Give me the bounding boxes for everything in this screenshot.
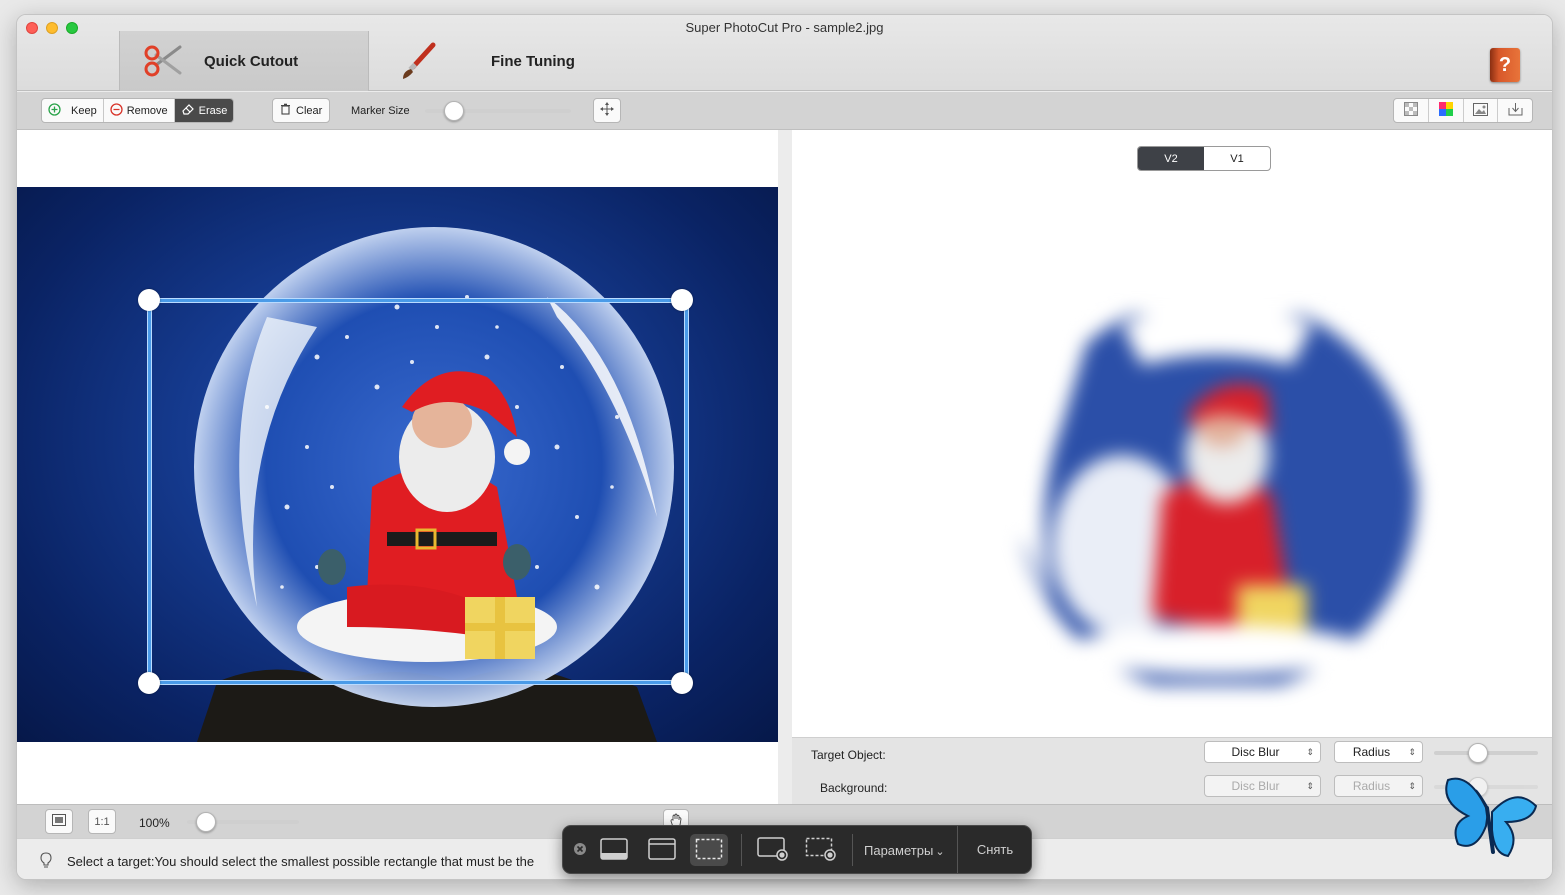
selection-handle-top-right[interactable] <box>671 289 693 311</box>
background-param-select: Radius ⇕ <box>1334 775 1423 797</box>
version-v2-button[interactable]: V2 <box>1138 147 1204 170</box>
capture-separator <box>852 834 853 866</box>
erase-label: Erase <box>198 104 228 117</box>
version-v1-button[interactable]: V1 <box>1204 147 1270 170</box>
record-screen-icon <box>757 836 789 864</box>
tab-fine-tuning[interactable]: Fine Tuning <box>389 31 639 91</box>
erase-button[interactable]: Erase <box>174 99 234 122</box>
color-palette-icon <box>1438 102 1453 119</box>
image-icon <box>1472 102 1488 119</box>
selection-rectangle[interactable] <box>148 299 688 684</box>
butterfly-mascot <box>1440 772 1540 864</box>
updown-chevron-icon: ⇕ <box>1408 780 1416 791</box>
keep-button[interactable]: Keep <box>42 99 104 122</box>
target-amount-slider[interactable] <box>1434 743 1538 763</box>
blur-settings-panel: Target Object: Background: Disc Blur ⇕ R… <box>792 737 1552 804</box>
background-blur-type-select: Disc Blur ⇕ <box>1204 775 1321 797</box>
transparent-bg-button[interactable] <box>1394 99 1429 122</box>
screen-icon <box>600 837 628 863</box>
zoom-slider[interactable] <box>187 812 299 832</box>
target-object-label: Target Object: <box>811 748 886 762</box>
close-capture-button[interactable] <box>567 834 593 866</box>
window-icon <box>648 837 676 863</box>
source-canvas[interactable] <box>17 130 778 804</box>
lightbulb-icon <box>39 852 53 873</box>
version-toggle: V2 V1 <box>1137 146 1271 171</box>
selection-handle-top-left[interactable] <box>138 289 160 311</box>
tab-fine-tuning-label: Fine Tuning <box>491 52 575 70</box>
capture-options-button[interactable]: Параметры ⌄ <box>864 843 945 858</box>
image-bg-button[interactable] <box>1464 99 1499 122</box>
titlebar: Super PhotoCut Pro - sample2.jpg Quick C… <box>17 15 1552 91</box>
clear-label: Clear <box>296 104 323 117</box>
target-amount-knob[interactable] <box>1467 743 1488 763</box>
save-export-icon <box>1508 102 1523 119</box>
eraser-icon <box>181 103 195 118</box>
clear-button[interactable]: Clear <box>272 98 331 123</box>
actual-size-button[interactable]: 1:1 <box>88 809 116 834</box>
capture-window-button[interactable] <box>644 834 680 866</box>
trash-icon <box>280 103 291 118</box>
dashed-rect-icon <box>695 838 723 863</box>
capture-button-label: Снять <box>976 842 1014 857</box>
blurred-preview <box>972 285 1462 685</box>
color-bg-button[interactable] <box>1429 99 1464 122</box>
export-button[interactable] <box>1498 99 1532 122</box>
capture-button[interactable]: Снять <box>957 826 1032 873</box>
selection-handle-bottom-left[interactable] <box>138 672 160 694</box>
target-blur-type-value: Disc Blur <box>1231 745 1280 759</box>
tab-quick-cutout-label: Quick Cutout <box>204 52 299 70</box>
screenshot-capture-bar: Параметры ⌄ Снять <box>562 825 1032 874</box>
capture-entire-screen-button[interactable] <box>596 834 632 866</box>
fit-to-window-button[interactable] <box>45 809 73 834</box>
move-arrows-icon <box>599 101 615 120</box>
updown-chevron-icon: ⇕ <box>1408 746 1416 757</box>
remove-button[interactable]: Remove <box>104 99 175 122</box>
record-selection-icon <box>805 837 837 864</box>
target-param-value: Radius <box>1352 745 1391 759</box>
capture-separator <box>741 834 742 866</box>
close-circle-icon <box>573 842 587 859</box>
status-message: Select a target:You should select the sm… <box>67 854 535 869</box>
capture-selection-button[interactable] <box>690 834 728 866</box>
app-window: Super PhotoCut Pro - sample2.jpg Quick C… <box>16 14 1553 880</box>
zoom-knob[interactable] <box>196 812 217 832</box>
output-toolbar <box>1393 98 1533 123</box>
plus-circle-icon <box>48 102 61 119</box>
background-param-value: Radius <box>1352 779 1391 793</box>
marker-mode-segment: Keep Remove Erase <box>41 98 235 123</box>
checkerboard-icon <box>1403 102 1418 119</box>
move-button[interactable] <box>593 98 621 123</box>
record-screen-button[interactable] <box>755 834 791 866</box>
chevron-down-icon: ⌄ <box>935 846 945 858</box>
help-book-icon[interactable]: ? <box>1490 48 1520 82</box>
target-blur-type-select[interactable]: Disc Blur ⇕ <box>1204 741 1321 763</box>
keep-label: Keep <box>71 104 97 117</box>
capture-options-label: Параметры <box>864 843 934 858</box>
marker-size-knob[interactable] <box>444 101 465 121</box>
background-label: Background: <box>820 781 888 795</box>
selection-handle-bottom-right[interactable] <box>671 672 693 694</box>
actual-size-label: 1:1 <box>94 815 110 828</box>
updown-chevron-icon: ⇕ <box>1306 780 1314 791</box>
paintbrush-icon <box>397 41 439 81</box>
fit-screen-icon <box>52 814 66 829</box>
background-blur-type-value: Disc Blur <box>1231 779 1280 793</box>
scissors-icon <box>142 41 184 81</box>
target-param-select[interactable]: Radius ⇕ <box>1334 741 1423 763</box>
marker-size-slider[interactable] <box>425 101 571 121</box>
marker-size-label: Marker Size <box>351 105 410 117</box>
toolbar: Keep Remove Erase Clear Marker Size <box>17 92 1552 130</box>
zoom-percent: 100% <box>139 816 170 830</box>
tab-quick-cutout[interactable]: Quick Cutout <box>119 31 369 91</box>
record-selection-button[interactable] <box>803 834 839 866</box>
remove-label: Remove <box>126 104 168 117</box>
updown-chevron-icon: ⇕ <box>1306 746 1314 757</box>
minus-circle-icon <box>110 102 123 119</box>
preview-canvas: V2 V1 <box>792 130 1552 737</box>
